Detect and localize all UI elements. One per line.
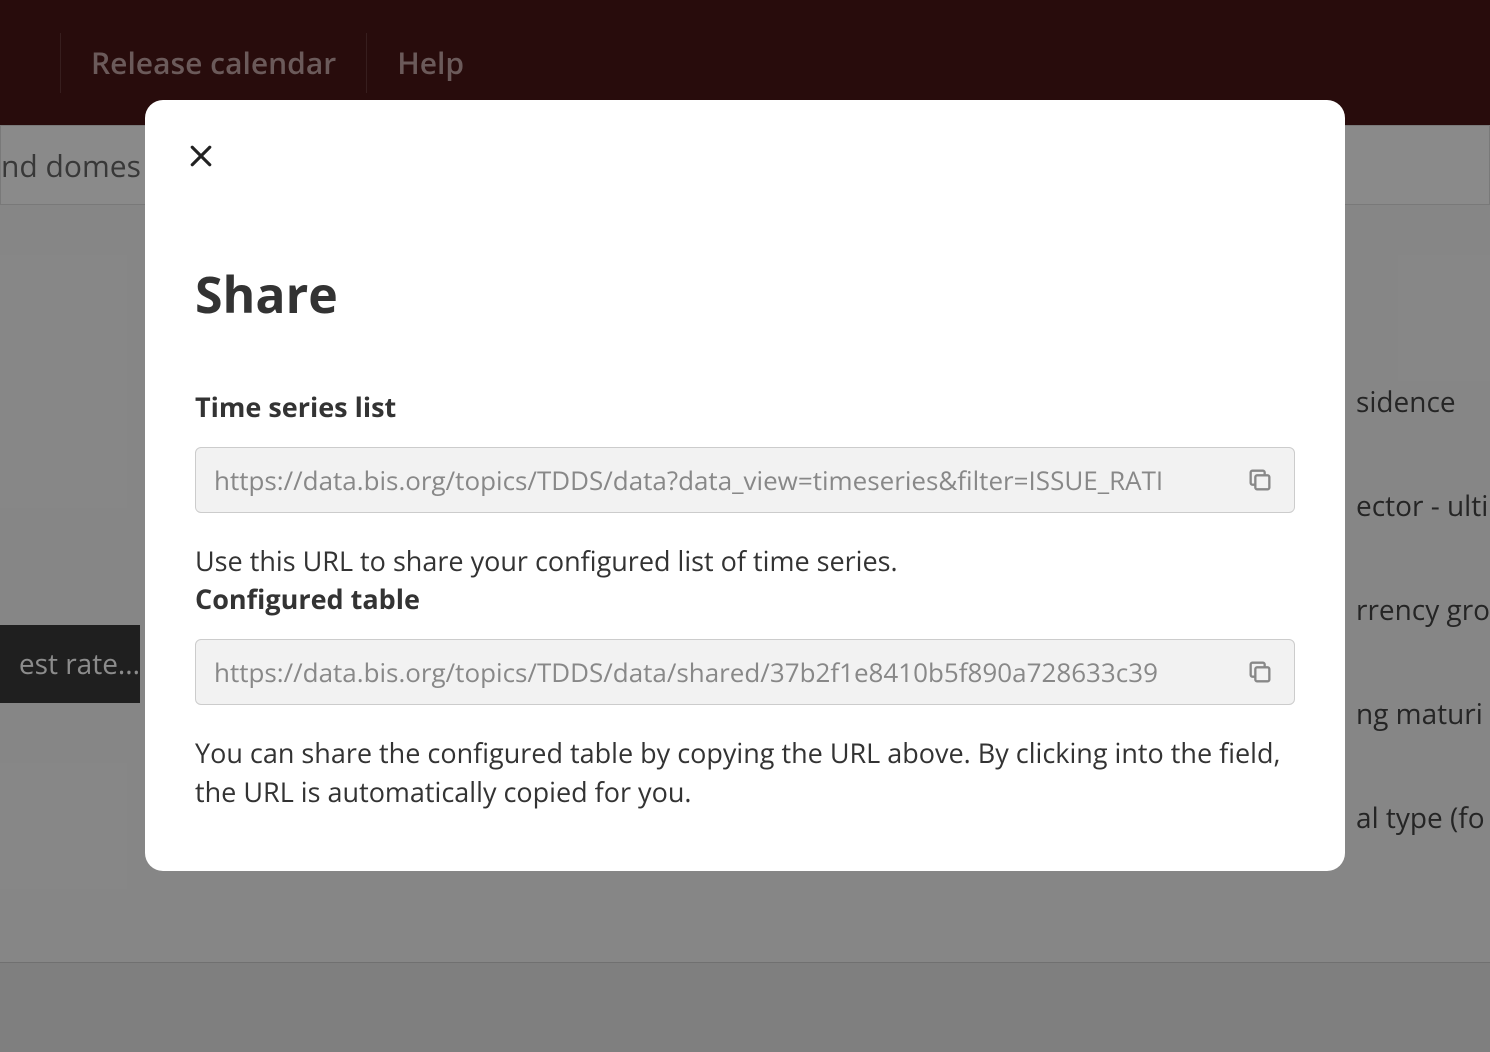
copy-icon <box>1246 466 1274 494</box>
modal-overlay[interactable]: Share Time series list Use this URL to s… <box>0 0 1490 1052</box>
copy-table-button[interactable] <box>1244 656 1276 688</box>
close-button[interactable] <box>183 138 219 174</box>
table-label: Configured table <box>195 580 1295 617</box>
copy-icon <box>1246 658 1274 686</box>
table-help: You can share the configured table by co… <box>195 733 1295 811</box>
timeseries-url-field[interactable] <box>195 447 1295 513</box>
share-modal: Share Time series list Use this URL to s… <box>145 100 1345 871</box>
timeseries-url-input[interactable] <box>214 462 1232 498</box>
timeseries-help: Use this URL to share your configured li… <box>195 541 1295 580</box>
modal-title: Share <box>195 260 1295 328</box>
close-icon <box>186 141 216 171</box>
copy-timeseries-button[interactable] <box>1244 464 1276 496</box>
timeseries-label: Time series list <box>195 388 1295 425</box>
section-timeseries: Time series list Use this URL to share y… <box>195 388 1295 580</box>
table-url-input[interactable] <box>214 654 1232 690</box>
section-table: Configured table You can share the confi… <box>195 580 1295 811</box>
table-url-field[interactable] <box>195 639 1295 705</box>
